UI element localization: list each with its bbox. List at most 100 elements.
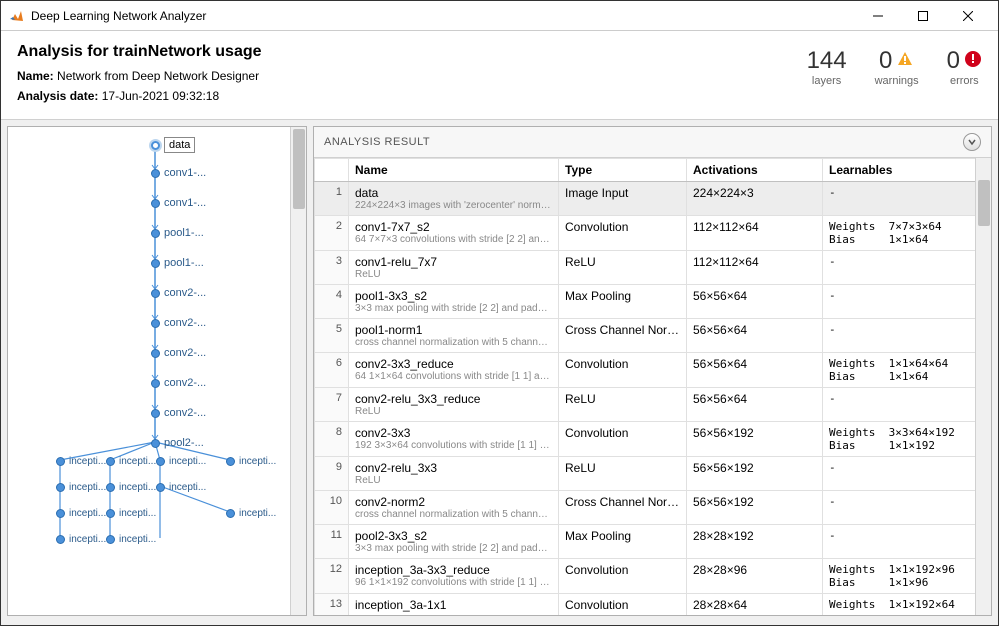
row-index: 7 (315, 388, 349, 422)
row-type: Max Pooling (559, 285, 687, 319)
col-index[interactable] (315, 159, 349, 182)
table-header-row: Name Type Activations Learnables (315, 159, 991, 182)
row-learnables: - (823, 319, 991, 353)
table-row[interactable]: 2conv1-7x7_s264 7×7×3 convolutions with … (315, 216, 991, 251)
row-learnables: - (823, 491, 991, 525)
graph-node[interactable]: conv2-... (151, 377, 206, 389)
graph-node[interactable]: pool1-... (151, 227, 204, 239)
col-learnables[interactable]: Learnables (823, 159, 991, 182)
maximize-button[interactable] (900, 2, 945, 30)
network-graph-panel[interactable]: data conv1-... conv1-... pool1-... pool1-...… (7, 126, 307, 616)
row-index: 13 (315, 594, 349, 616)
graph-node[interactable]: incepti... (56, 508, 106, 519)
row-type: Max Pooling (559, 525, 687, 559)
col-name[interactable]: Name (349, 159, 559, 182)
table-row[interactable]: 8conv2-3x3192 3×3×64 convolutions with s… (315, 422, 991, 457)
row-learnables: Weights 1×1×64×64 Bias 1×1×64 (823, 353, 991, 388)
row-name: pool2-3x3_s23×3 max pooling with stride … (349, 525, 559, 559)
minimize-button[interactable] (855, 2, 900, 30)
node-dot-icon (151, 169, 160, 178)
table-row[interactable]: 5pool1-norm1cross channel normalization … (315, 319, 991, 353)
graph-node[interactable]: incepti... (106, 482, 156, 493)
stat-errors: 0 errors (947, 47, 982, 87)
graph-scrollbar[interactable] (290, 127, 306, 615)
row-index: 6 (315, 353, 349, 388)
graph-node[interactable]: incepti... (106, 456, 156, 467)
node-dot-icon (106, 483, 115, 492)
row-type: ReLU (559, 388, 687, 422)
table-row[interactable]: 1data224×224×3 images with 'zerocenter' … (315, 182, 991, 216)
table-row[interactable]: 12inception_3a-3x3_reduce96 1×1×192 conv… (315, 559, 991, 594)
col-activations[interactable]: Activations (687, 159, 823, 182)
node-dot-icon (151, 349, 160, 358)
graph-node[interactable]: incepti... (56, 534, 106, 545)
graph-node[interactable]: incepti... (56, 482, 106, 493)
graph-node[interactable]: incepti... (106, 534, 156, 545)
table-row[interactable]: 7conv2-relu_3x3_reduceReLUReLU56×56×64- (315, 388, 991, 422)
graph-node[interactable]: incepti... (226, 456, 276, 467)
node-dot-icon (226, 457, 235, 466)
graph-node[interactable]: pool1-... (151, 257, 204, 269)
node-dot-icon (226, 509, 235, 518)
close-button[interactable] (945, 2, 990, 30)
graph-node[interactable]: incepti... (56, 456, 106, 467)
col-type[interactable]: Type (559, 159, 687, 182)
row-activations: 56×56×192 (687, 491, 823, 525)
row-type: ReLU (559, 457, 687, 491)
name-label: Name: (17, 69, 54, 83)
row-index: 1 (315, 182, 349, 216)
graph-node[interactable]: data (151, 137, 195, 153)
table-row[interactable]: 3conv1-relu_7x7ReLUReLU112×112×64- (315, 251, 991, 285)
row-activations: 56×56×64 (687, 319, 823, 353)
row-name: inception_3a-1x1 (349, 594, 559, 616)
row-index: 3 (315, 251, 349, 285)
graph-node[interactable]: incepti... (156, 456, 206, 467)
stats: 144 layers 0 warnings 0 errors (807, 43, 982, 109)
row-activations: 224×224×3 (687, 182, 823, 216)
table-row[interactable]: 13inception_3a-1x1Convolution28×28×64Wei… (315, 594, 991, 616)
row-learnables: - (823, 251, 991, 285)
row-activations: 28×28×192 (687, 525, 823, 559)
node-dot-icon (106, 535, 115, 544)
graph-node[interactable]: incepti... (226, 508, 276, 519)
table-row[interactable]: 11pool2-3x3_s23×3 max pooling with strid… (315, 525, 991, 559)
row-index: 4 (315, 285, 349, 319)
node-dot-icon (151, 259, 160, 268)
node-dot-icon (151, 289, 160, 298)
layers-table[interactable]: Name Type Activations Learnables 1data22… (314, 158, 991, 615)
section-header: ANALYSIS RESULT (314, 127, 991, 158)
node-dot-icon (56, 483, 65, 492)
row-name: conv2-3x3_reduce64 1×1×64 convolutions w… (349, 353, 559, 388)
row-activations: 112×112×64 (687, 216, 823, 251)
graph-node[interactable]: conv1-... (151, 197, 206, 209)
row-type: Image Input (559, 182, 687, 216)
row-activations: 56×56×64 (687, 388, 823, 422)
graph-node[interactable]: conv2-... (151, 347, 206, 359)
row-type: ReLU (559, 251, 687, 285)
graph-node[interactable]: conv1-... (151, 167, 206, 179)
collapse-button[interactable] (963, 133, 981, 151)
titlebar: Deep Learning Network Analyzer (1, 1, 998, 31)
table-scrollbar[interactable] (975, 158, 991, 615)
row-name: conv1-relu_7x7ReLU (349, 251, 559, 285)
table-row[interactable]: 6conv2-3x3_reduce64 1×1×64 convolutions … (315, 353, 991, 388)
graph-node[interactable]: conv2-... (151, 287, 206, 299)
date-value: 17-Jun-2021 09:32:18 (102, 89, 219, 103)
row-index: 2 (315, 216, 349, 251)
node-dot-icon (151, 229, 160, 238)
node-dot-icon (151, 379, 160, 388)
graph-node[interactable]: incepti... (156, 482, 206, 493)
node-dot-icon (151, 409, 160, 418)
table-wrap: Name Type Activations Learnables 1data22… (314, 158, 991, 615)
table-row[interactable]: 9conv2-relu_3x3ReLUReLU56×56×192- (315, 457, 991, 491)
graph-node[interactable]: conv2-... (151, 407, 206, 419)
graph-node[interactable]: pool2-... (151, 437, 204, 449)
table-row[interactable]: 10conv2-norm2cross channel normalization… (315, 491, 991, 525)
row-activations: 56×56×192 (687, 457, 823, 491)
row-learnables: Weights 7×7×3×64 Bias 1×1×64 (823, 216, 991, 251)
stat-warnings: 0 warnings (875, 47, 919, 87)
graph-node[interactable]: conv2-... (151, 317, 206, 329)
graph-node[interactable]: incepti... (106, 508, 156, 519)
row-learnables: - (823, 388, 991, 422)
table-row[interactable]: 4pool1-3x3_s23×3 max pooling with stride… (315, 285, 991, 319)
